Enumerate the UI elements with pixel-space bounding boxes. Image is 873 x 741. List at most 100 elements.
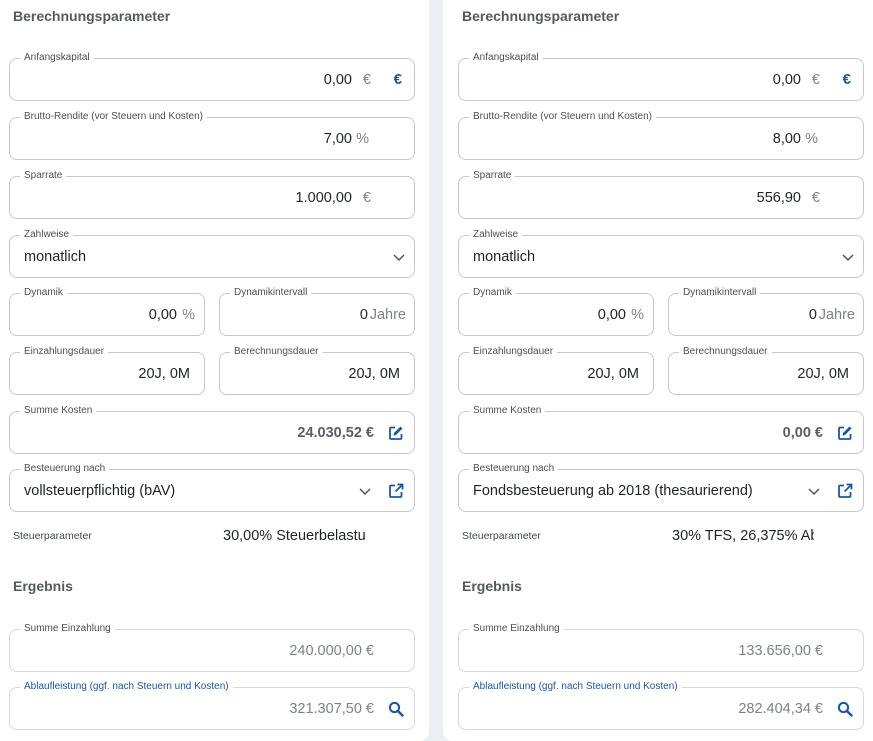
summe-einzahlung-value: 240.000,00 € <box>289 642 374 659</box>
chevron-down-icon[interactable] <box>841 250 855 264</box>
rendite-value[interactable]: 7,00 <box>324 118 352 159</box>
berechnungsdauer-label: Berechnungsdauer <box>679 346 772 358</box>
dynamik-value[interactable]: 0,00 <box>598 294 626 335</box>
berechnungsdauer-value[interactable]: 20J, 0M <box>348 353 400 394</box>
summe-einzahlung-value: 133.656,00 € <box>738 642 823 659</box>
summe-kosten-field: Summe Kosten 0,00 € <box>458 405 864 454</box>
einzahlungsdauer-value[interactable]: 20J, 0M <box>138 353 190 394</box>
dynamikintervall-label: Dynamikintervall <box>679 287 761 299</box>
besteuerung-select[interactable]: Besteuerung nach vollsteuerpflichtig (bA… <box>9 463 415 512</box>
zahlweise-select[interactable]: Zahlweise monatlich <box>458 229 864 278</box>
anfangskapital-unit: € <box>362 71 371 88</box>
steuerparameter-label: Steuerparameter <box>13 530 92 542</box>
berechnungsdauer-field[interactable]: Berechnungsdauer 20J, 0M <box>668 346 864 395</box>
anfangskapital-label: Anfangskapital <box>469 52 543 64</box>
summe-einzahlung-label: Summe Einzahlung <box>469 623 564 635</box>
anfangskapital-unit: € <box>811 71 820 88</box>
sparrate-label: Sparrate <box>20 170 67 182</box>
dynamik-unit: % <box>182 306 195 323</box>
ablaufleistung-value: 321.307,50 € <box>289 700 374 717</box>
ablaufleistung-field: Ablaufleistung (ggf. nach Steuern und Ko… <box>458 681 864 730</box>
external-link-icon[interactable] <box>388 483 404 499</box>
dynamikintervall-label: Dynamikintervall <box>230 287 312 299</box>
berechnungsdauer-label: Berechnungsdauer <box>230 346 323 358</box>
berechnungsdauer-field[interactable]: Berechnungsdauer 20J, 0M <box>219 346 415 395</box>
search-icon[interactable] <box>388 701 404 717</box>
sparrate-value[interactable]: 556,90 <box>757 177 801 218</box>
sparrate-field[interactable]: Sparrate 1.000,00 € <box>9 170 415 219</box>
einzahlungsdauer-field[interactable]: Einzahlungsdauer 20J, 0M <box>9 346 205 395</box>
right-panel: Berechnungsparameter Anfangskapital 0,00… <box>443 0 873 741</box>
einzahlungsdauer-field[interactable]: Einzahlungsdauer 20J, 0M <box>458 346 654 395</box>
ablaufleistung-value: 282.404,34 € <box>738 700 823 717</box>
summe-kosten-label: Summe Kosten <box>469 405 546 417</box>
section-title-result: Ergebnis <box>462 578 522 594</box>
sparrate-label: Sparrate <box>469 170 516 182</box>
steuerparameter-value: 30% TFS, 26,375% Abgeltungsteuer <box>672 528 814 544</box>
sparrate-value[interactable]: 1.000,00 <box>296 177 352 218</box>
dynamik-label: Dynamik <box>20 287 67 299</box>
rendite-field[interactable]: Brutto-Rendite (vor Steuern und Kosten) … <box>9 111 415 160</box>
einzahlungsdauer-label: Einzahlungsdauer <box>469 346 558 358</box>
berechnungsdauer-value[interactable]: 20J, 0M <box>797 353 849 394</box>
dynamikintervall-unit: Jahre <box>369 306 406 323</box>
edit-icon[interactable] <box>837 425 853 441</box>
dynamikintervall-value[interactable]: 0 <box>809 294 817 335</box>
zahlweise-value: monatlich <box>24 248 87 265</box>
ablaufleistung-field: Ablaufleistung (ggf. nach Steuern und Ko… <box>9 681 415 730</box>
anfangskapital-field[interactable]: Anfangskapital 0,00 € € <box>458 52 864 101</box>
besteuerung-select[interactable]: Besteuerung nach Fondsbesteuerung ab 201… <box>458 463 864 512</box>
dynamik-label: Dynamik <box>469 287 516 299</box>
summe-kosten-value: 0,00 € <box>782 424 823 441</box>
sparrate-unit: € <box>811 189 820 206</box>
zahlweise-select[interactable]: Zahlweise monatlich <box>9 229 415 278</box>
dynamikintervall-value[interactable]: 0 <box>360 294 368 335</box>
anfangskapital-value[interactable]: 0,00 <box>324 59 352 100</box>
dynamikintervall-unit: Jahre <box>818 306 855 323</box>
external-link-icon[interactable] <box>837 483 853 499</box>
rendite-label: Brutto-Rendite (vor Steuern und Kosten) <box>469 111 656 123</box>
besteuerung-value: vollsteuerpflichtig (bAV) <box>24 482 176 499</box>
section-title-result: Ergebnis <box>13 578 73 594</box>
summe-kosten-label: Summe Kosten <box>20 405 97 417</box>
summe-kosten-field: Summe Kosten 24.030,52 € <box>9 405 415 454</box>
anfangskapital-value[interactable]: 0,00 <box>773 59 801 100</box>
einzahlungsdauer-value[interactable]: 20J, 0M <box>587 353 639 394</box>
anfangskapital-label: Anfangskapital <box>20 52 94 64</box>
dynamikintervall-field[interactable]: Dynamikintervall 0 Jahre <box>219 287 415 336</box>
dynamik-field[interactable]: Dynamik 0,00 % <box>458 287 654 336</box>
left-panel: Berechnungsparameter Anfangskapital 0,00… <box>0 0 429 741</box>
dynamik-field[interactable]: Dynamik 0,00 % <box>9 287 205 336</box>
steuerparameter-label: Steuerparameter <box>462 530 541 542</box>
summe-einzahlung-label: Summe Einzahlung <box>20 623 115 635</box>
search-icon[interactable] <box>837 701 853 717</box>
summe-einzahlung-field: Summe Einzahlung 133.656,00 € <box>458 623 864 672</box>
zahlweise-value: monatlich <box>473 248 536 265</box>
rendite-value[interactable]: 8,00 <box>773 118 801 159</box>
rendite-label: Brutto-Rendite (vor Steuern und Kosten) <box>20 111 207 123</box>
dynamik-unit: % <box>631 306 644 323</box>
section-title-parameters: Berechnungsparameter <box>462 8 620 24</box>
ablaufleistung-label: Ablaufleistung (ggf. nach Steuern und Ko… <box>20 681 233 693</box>
sparrate-unit: € <box>362 189 371 206</box>
euro-icon[interactable]: € <box>394 59 402 100</box>
edit-icon[interactable] <box>388 425 404 441</box>
steuerparameter-value: 30,00% Steuerbelastung <box>223 528 365 544</box>
chevron-down-icon[interactable] <box>392 250 406 264</box>
sparrate-field[interactable]: Sparrate 556,90 € <box>458 170 864 219</box>
ablaufleistung-label: Ablaufleistung (ggf. nach Steuern und Ko… <box>469 681 682 693</box>
summe-einzahlung-field: Summe Einzahlung 240.000,00 € <box>9 623 415 672</box>
besteuerung-value: Fondsbesteuerung ab 2018 (thesaurierend) <box>473 482 753 499</box>
section-title-parameters: Berechnungsparameter <box>13 8 171 24</box>
dynamikintervall-field[interactable]: Dynamikintervall 0 Jahre <box>668 287 864 336</box>
summe-kosten-value: 24.030,52 € <box>297 424 374 441</box>
rendite-unit: % <box>805 130 818 147</box>
rendite-unit: % <box>356 130 369 147</box>
chevron-down-icon[interactable] <box>807 484 821 498</box>
euro-icon[interactable]: € <box>843 59 851 100</box>
rendite-field[interactable]: Brutto-Rendite (vor Steuern und Kosten) … <box>458 111 864 160</box>
dynamik-value[interactable]: 0,00 <box>149 294 177 335</box>
einzahlungsdauer-label: Einzahlungsdauer <box>20 346 109 358</box>
anfangskapital-field[interactable]: Anfangskapital 0,00 € € <box>9 52 415 101</box>
chevron-down-icon[interactable] <box>358 484 372 498</box>
